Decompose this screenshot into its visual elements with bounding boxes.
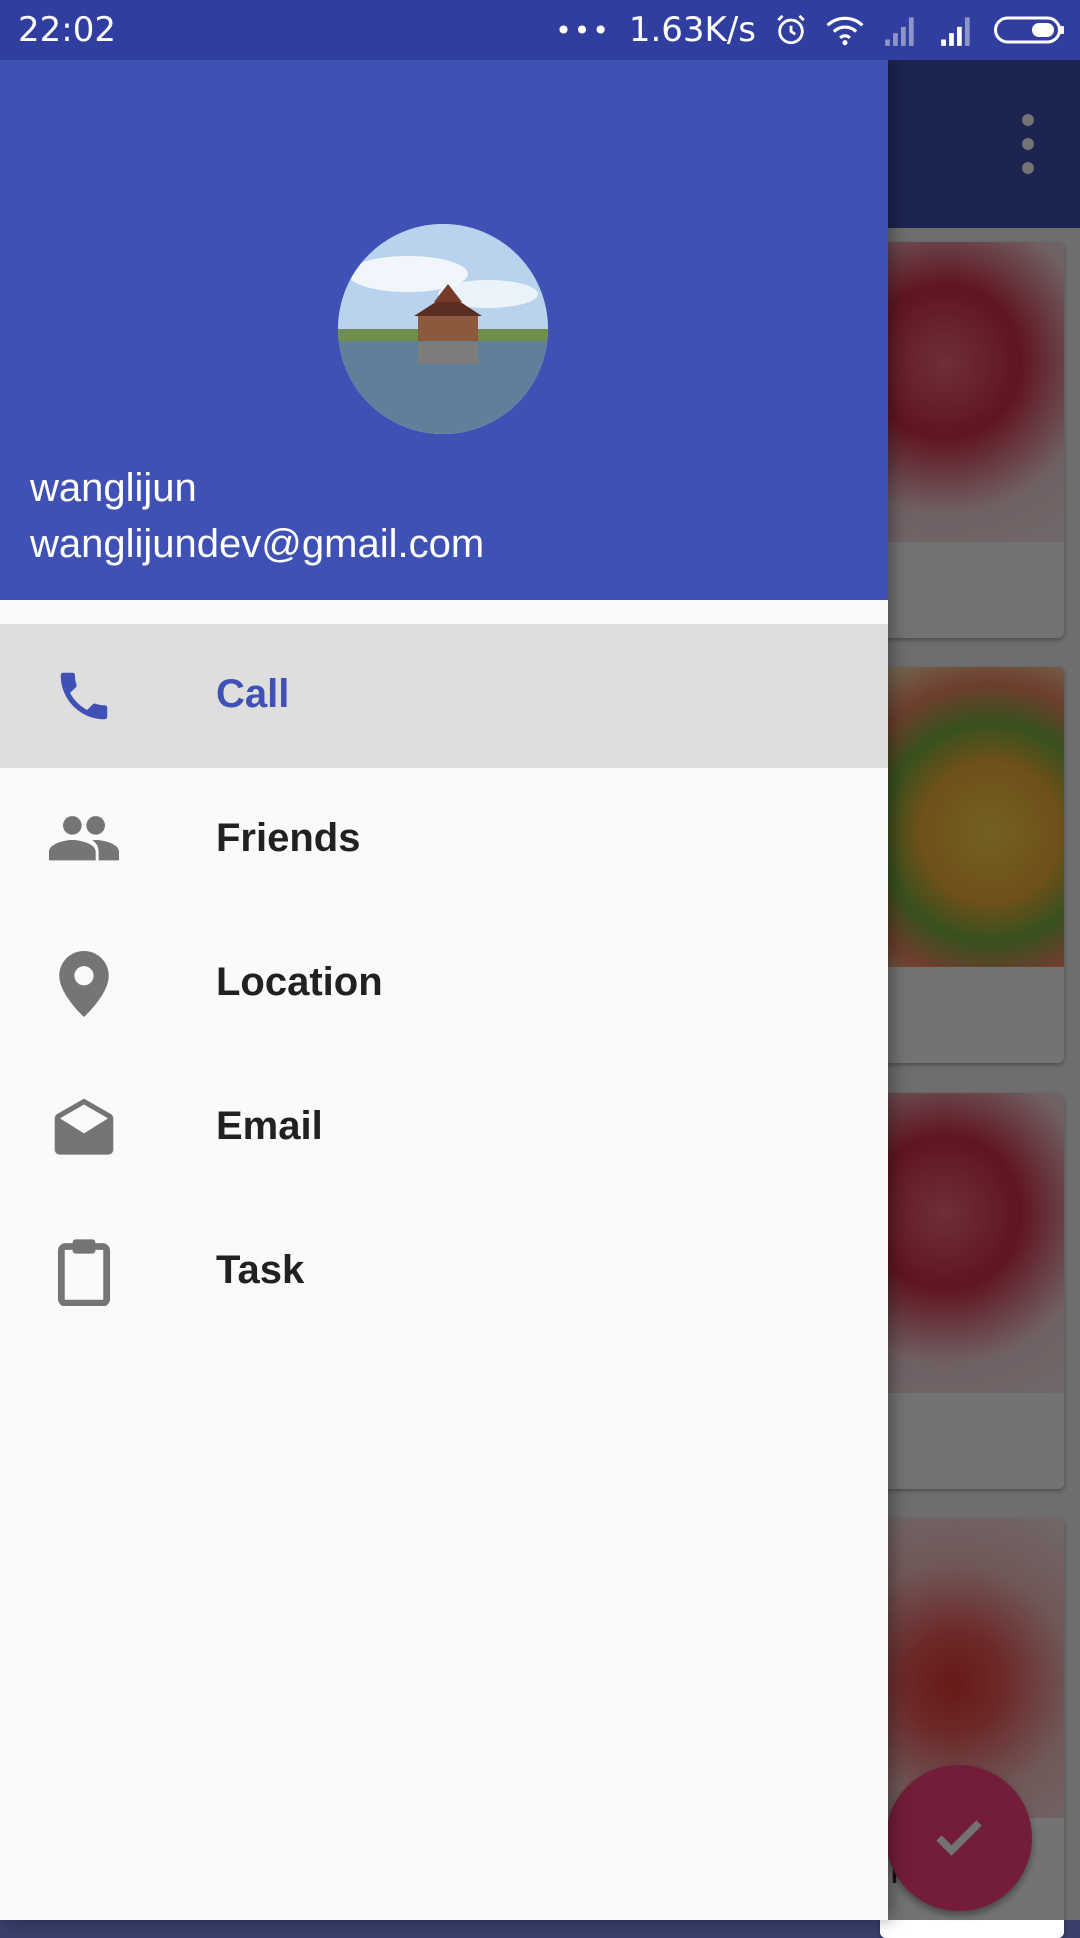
menu-item-call[interactable]: Call [0, 624, 888, 768]
menu-label: Email [216, 1104, 323, 1148]
more-notifications: ••• [555, 13, 611, 47]
status-bar: 22:02 ••• 1.63K/s [0, 0, 1080, 60]
battery-icon [994, 15, 1066, 45]
navigation-drawer: wanglijun wanglijundev@gmail.com Call Fr… [0, 60, 888, 1920]
drawer-menu: Call Friends Location Email Task [0, 624, 888, 1344]
status-icons: ••• 1.63K/s [555, 8, 1066, 52]
alarm-icon [774, 13, 808, 47]
wifi-icon [826, 13, 864, 47]
menu-item-location[interactable]: Location [0, 912, 888, 1056]
menu-label: Location [216, 960, 383, 1004]
avatar[interactable] [338, 224, 548, 434]
menu-label: Friends [216, 816, 361, 860]
menu-item-task[interactable]: Task [0, 1200, 888, 1344]
signal-icon [938, 14, 976, 46]
phone-icon [48, 666, 120, 726]
user-name: wanglijun [30, 466, 197, 510]
people-icon [48, 810, 120, 870]
user-email: wanglijundev@gmail.com [30, 522, 485, 566]
clipboard-icon [48, 1239, 120, 1306]
email-icon [48, 1098, 120, 1158]
location-pin-icon [48, 951, 120, 1017]
menu-item-email[interactable]: Email [0, 1056, 888, 1200]
status-time: 22:02 [18, 10, 116, 50]
menu-label: Call [216, 672, 290, 716]
network-speed: 1.63K/s [628, 10, 756, 50]
menu-label: Task [216, 1248, 305, 1292]
menu-item-friends[interactable]: Friends [0, 768, 888, 912]
drawer-header: wanglijun wanglijundev@gmail.com [0, 60, 888, 600]
signal-icon [882, 14, 920, 46]
